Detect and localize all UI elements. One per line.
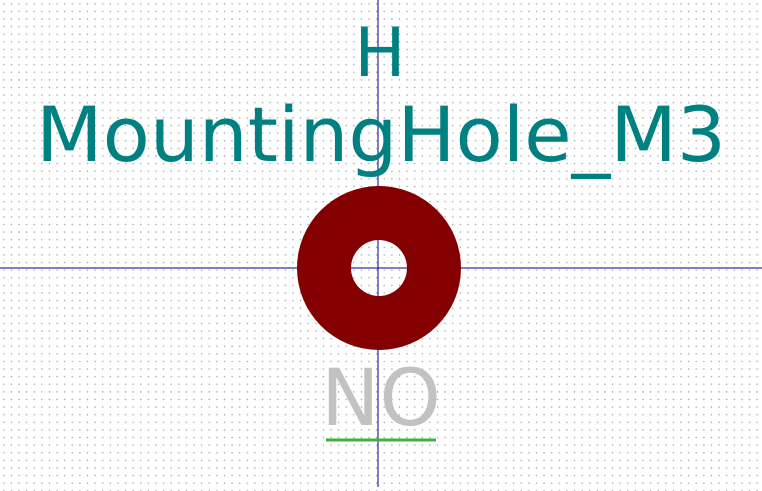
reference-designator[interactable]: H [354,14,405,93]
pad-number: NO [321,354,441,444]
footprint-value[interactable]: MountingHole_M3 [36,90,726,179]
footprint-canvas[interactable]: H MountingHole_M3 NO [0,0,762,487]
